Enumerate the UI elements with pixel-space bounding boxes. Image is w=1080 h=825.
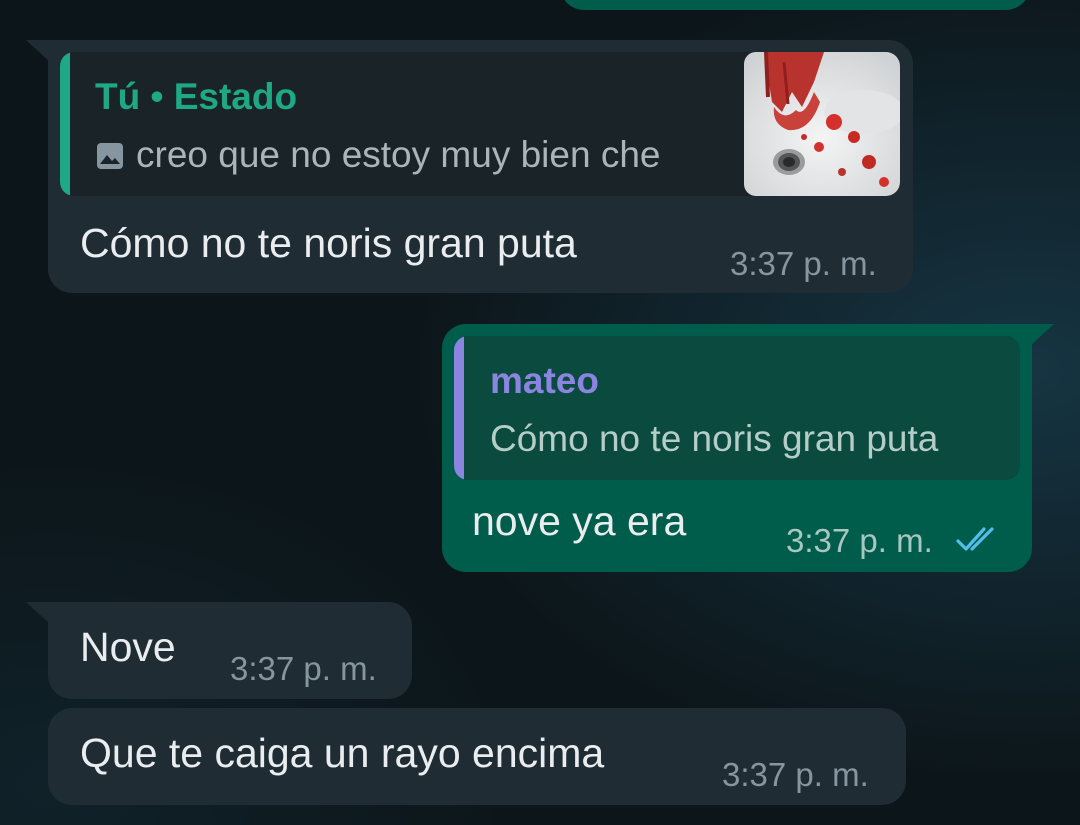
chat-conversation: Tú • Estado creo que no estoy muy bien c…	[0, 0, 1080, 825]
message-time: 3:37 p. m.	[786, 522, 933, 559]
quote-text: Cómo no te noris gran puta	[490, 418, 939, 459]
hand-in-sink-photo	[744, 52, 900, 196]
quoted-status[interactable]: Tú • Estado creo que no estoy muy bien c…	[60, 52, 900, 196]
quote-accent-bar	[454, 336, 464, 480]
message-bubble-outgoing[interactable]: mateo Cómo no te noris gran puta nove ya…	[442, 324, 1054, 572]
message-time: 3:37 p. m.	[230, 650, 377, 687]
quote-author: Tú • Estado	[95, 76, 298, 117]
bubble-tail	[1030, 324, 1054, 346]
status-thumbnail[interactable]	[744, 52, 900, 196]
message-time: 3:37 p. m.	[730, 245, 877, 282]
message-text: Cómo no te noris gran puta	[80, 220, 577, 266]
quote-author: mateo	[490, 360, 599, 401]
quoted-message[interactable]: mateo Cómo no te noris gran puta	[454, 336, 1020, 480]
quote-accent-bar	[60, 52, 70, 196]
message-text: nove ya era	[472, 498, 687, 544]
message-text: Que te caiga un rayo encima	[80, 730, 605, 776]
message-bubble-incoming[interactable]: Nove 3:37 p. m.	[26, 602, 412, 699]
image-icon	[96, 142, 124, 170]
bubble-tail	[26, 602, 50, 624]
quote-text: creo que no estoy muy bien che	[136, 134, 661, 175]
message-bubble-incoming[interactable]: Tú • Estado creo que no estoy muy bien c…	[26, 40, 913, 293]
message-text: Nove	[80, 624, 176, 670]
message-bubble-partial[interactable]	[560, 0, 1030, 10]
message-time: 3:37 p. m.	[722, 756, 869, 793]
bubble-tail	[26, 40, 50, 62]
message-bubble-incoming[interactable]: Que te caiga un rayo encima 3:37 p. m.	[48, 708, 906, 805]
double-check-icon	[954, 524, 1002, 556]
